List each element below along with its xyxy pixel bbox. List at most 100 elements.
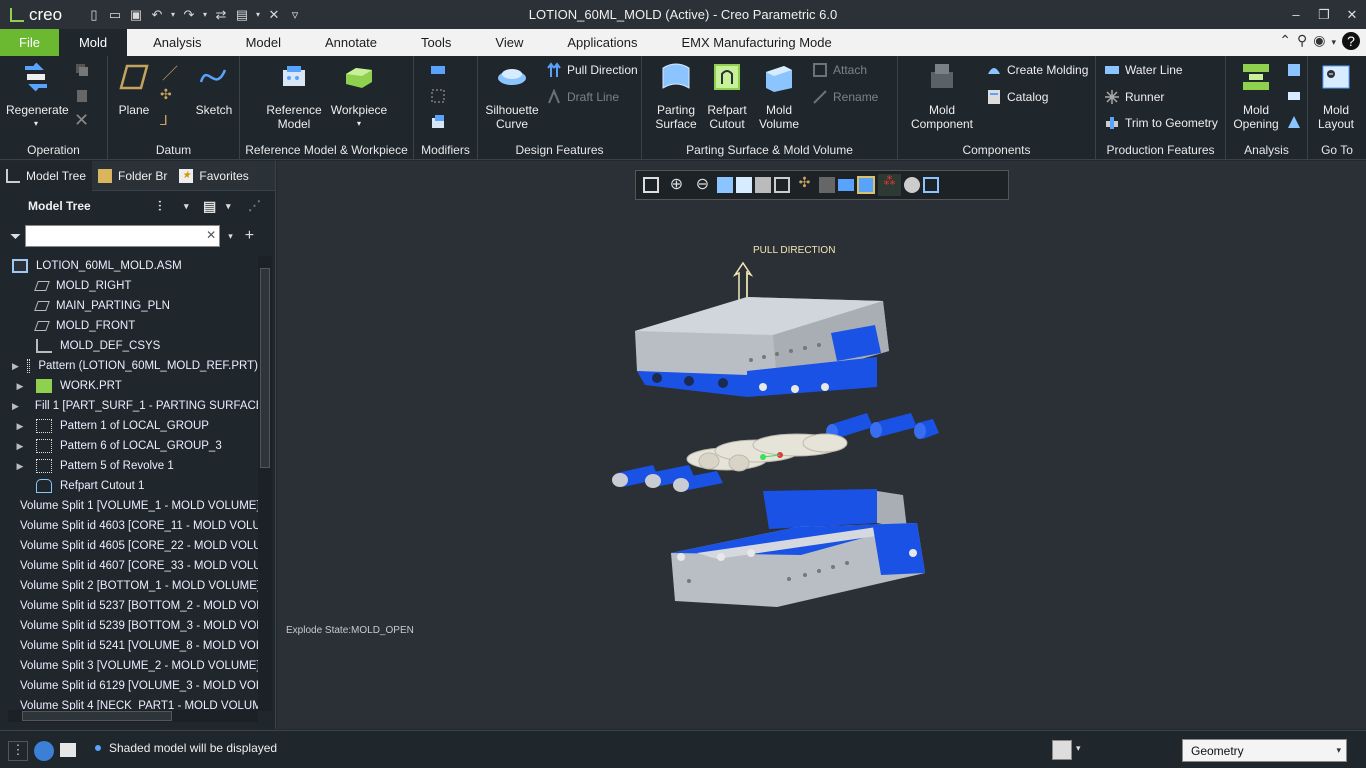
regenerate-small-icon[interactable]: ⇄ <box>212 6 230 24</box>
group-label-production[interactable]: Production Features <box>1096 143 1225 157</box>
regenerate-button[interactable]: Regenerate ▾ <box>6 60 69 131</box>
close-icon[interactable]: ✕ <box>1338 0 1366 29</box>
tab-folder-browser[interactable]: Folder Br <box>92 161 173 191</box>
trim-to-geometry-button[interactable]: Trim to Geometry <box>1104 115 1218 131</box>
tree-node[interactable]: Volume Split id 6129 [VOLUME_3 - MOLD VO… <box>0 676 258 696</box>
tab-applications[interactable]: Applications <box>541 29 655 56</box>
dropdown-icon[interactable]: ▾ <box>201 6 209 24</box>
filter-icon[interactable]: ⏷ <box>10 228 21 245</box>
chevron-down-icon[interactable]: ▾ <box>1076 743 1081 754</box>
group-label-reference-model[interactable]: Reference Model & Workpiece <box>240 143 413 157</box>
tree-node[interactable]: Volume Split id 4605 [CORE_22 - MOLD VOL… <box>0 536 258 556</box>
scrollbar-thumb[interactable] <box>22 711 172 721</box>
help-icon[interactable]: ◉ <box>1313 32 1325 52</box>
graphics-viewport[interactable]: ⊕ ⊖ ✣ ⁂ PULL DIRECTION Explode State:MOL… <box>277 161 1366 729</box>
draft-line-button[interactable]: Draft Line <box>546 89 619 105</box>
mold-3d-model[interactable]: PULL DIRECTION <box>277 161 1366 729</box>
tree-node[interactable]: ▶ Fill 1 [PART_SURF_1 - PARTING SURFACE] <box>0 396 258 416</box>
dropdown-icon[interactable]: ▾ <box>169 6 177 24</box>
pull-direction-button[interactable]: Pull Direction <box>546 62 638 78</box>
mold-layout-button[interactable]: Mold Layout <box>1314 60 1358 131</box>
tab-annotate[interactable]: Annotate <box>299 29 395 56</box>
tree-node[interactable]: Volume Split id 5237 [BOTTOM_2 - MOLD VO… <box>0 596 258 616</box>
tree-node[interactable]: Volume Split 3 [VOLUME_2 - MOLD VOLUME] <box>0 656 258 676</box>
dropdown-icon[interactable]: ▾ <box>254 6 262 24</box>
help-question-icon[interactable]: ? <box>1342 32 1360 50</box>
tree-node[interactable]: ▶ Pattern 1 of LOCAL_GROUP <box>0 416 258 436</box>
tree-settings-icon[interactable]: ⫶ <box>158 198 162 215</box>
paste-icon[interactable] <box>74 88 90 104</box>
catalog-button[interactable]: Catalog <box>986 89 1048 105</box>
close-window-icon[interactable]: ✕ <box>265 6 283 24</box>
tab-model[interactable]: Model <box>220 29 299 56</box>
expand-arrow-icon[interactable]: ▶ <box>12 401 19 412</box>
modifier-1-icon[interactable] <box>430 62 446 78</box>
tree-node[interactable]: Volume Split id 4603 [CORE_11 - MOLD VOL… <box>0 516 258 536</box>
chevron-down-icon[interactable]: ▾ <box>184 201 189 212</box>
reference-model-button[interactable]: Reference Model <box>262 60 326 131</box>
chevron-down-icon[interactable]: ▾ <box>1331 32 1336 52</box>
redo-icon[interactable]: ↷ <box>180 6 198 24</box>
plane-button[interactable]: Plane <box>114 60 154 117</box>
tree-node[interactable]: Volume Split 2 [BOTTOM_1 - MOLD VOLUME] <box>0 576 258 596</box>
expand-arrow-icon[interactable]: ▶ <box>12 381 28 392</box>
tree-node[interactable]: Volume Split id 4607 [CORE_33 - MOLD VOL… <box>0 556 258 576</box>
tab-model-tree[interactable]: Model Tree <box>0 160 93 191</box>
water-line-button[interactable]: Water Line <box>1104 62 1183 78</box>
group-label-datum[interactable]: Datum <box>108 143 239 157</box>
tab-mold[interactable]: Mold <box>58 29 128 56</box>
chevron-down-icon[interactable]: ▾ <box>228 231 233 242</box>
tab-file[interactable]: File <box>0 29 59 56</box>
chevron-down-icon[interactable]: ▾ <box>226 201 231 212</box>
tree-horizontal-scrollbar[interactable] <box>8 710 258 722</box>
tab-analysis[interactable]: Analysis <box>127 29 219 56</box>
sketch-button[interactable]: Sketch <box>192 60 236 117</box>
csys-icon[interactable]: ⅃ <box>160 112 168 129</box>
modifier-2-icon[interactable] <box>430 88 446 104</box>
add-icon[interactable]: + <box>245 227 254 245</box>
point-icon[interactable]: ✣ <box>160 86 172 103</box>
tree-columns-icon[interactable]: ▤ <box>203 198 216 215</box>
analysis-3-icon[interactable] <box>1286 114 1302 130</box>
browser-toggle-icon[interactable] <box>34 741 54 761</box>
analysis-1-icon[interactable] <box>1286 62 1302 78</box>
tab-tools[interactable]: Tools <box>395 29 469 56</box>
undo-icon[interactable]: ↶ <box>148 6 166 24</box>
mold-opening-button[interactable]: Mold Opening <box>1232 60 1280 131</box>
tree-node[interactable]: ▶ WORK.PRT <box>0 376 258 396</box>
modifier-3-icon[interactable] <box>430 114 446 130</box>
tree-node[interactable]: ▶ Pattern 5 of Revolve 1 <box>0 456 258 476</box>
scrollbar-thumb[interactable] <box>260 268 270 468</box>
fullscreen-icon[interactable] <box>60 743 76 757</box>
axis-icon[interactable]: ／ <box>162 60 178 84</box>
open-icon[interactable]: ▭ <box>106 6 124 24</box>
group-label-operation[interactable]: Operation <box>0 143 107 157</box>
tree-node[interactable]: Volume Split 4 [NECK_PART1 - MOLD VOLUME… <box>0 696 258 711</box>
expand-arrow-icon[interactable]: ▶ <box>12 461 28 472</box>
search-icon[interactable]: ⚲ <box>1297 32 1307 52</box>
expand-arrow-icon[interactable]: ▶ <box>12 441 28 452</box>
expand-arrow-icon[interactable]: ▶ <box>12 421 28 432</box>
tree-filter-icon[interactable]: ⋰ <box>248 198 261 214</box>
clear-icon[interactable]: ✕ <box>206 228 216 242</box>
group-label-components[interactable]: Components <box>898 143 1095 157</box>
copy-icon[interactable] <box>74 62 90 78</box>
tree-search-input[interactable]: ✕ <box>25 225 221 247</box>
tree-node[interactable]: LOTION_60ML_MOLD.ASM <box>0 256 258 276</box>
tree-node[interactable]: MOLD_RIGHT <box>0 276 258 296</box>
runner-button[interactable]: Runner <box>1104 89 1164 105</box>
tree-node[interactable]: ▶ Pattern (LOTION_60ML_MOLD_REF.PRT) <box>0 356 258 376</box>
tab-emx[interactable]: EMX Manufacturing Mode <box>655 29 849 56</box>
silhouette-curve-button[interactable]: Silhouette Curve <box>480 60 544 131</box>
tree-node[interactable]: Refpart Cutout 1 <box>0 476 258 496</box>
tree-node[interactable]: MOLD_DEF_CSYS <box>0 336 258 356</box>
selection-filter-icon[interactable] <box>1052 740 1072 760</box>
minimize-icon[interactable]: – <box>1282 0 1310 29</box>
new-icon[interactable]: ▯ <box>85 6 103 24</box>
parting-surface-button[interactable]: Parting Surface <box>648 60 704 131</box>
create-molding-button[interactable]: Create Molding <box>986 62 1088 78</box>
analysis-2-icon[interactable] <box>1286 88 1302 104</box>
refpart-cutout-button[interactable]: Refpart Cutout <box>700 60 754 131</box>
attach-button[interactable]: Attach <box>812 62 867 78</box>
tree-node[interactable]: Volume Split id 5239 [BOTTOM_3 - MOLD VO… <box>0 616 258 636</box>
